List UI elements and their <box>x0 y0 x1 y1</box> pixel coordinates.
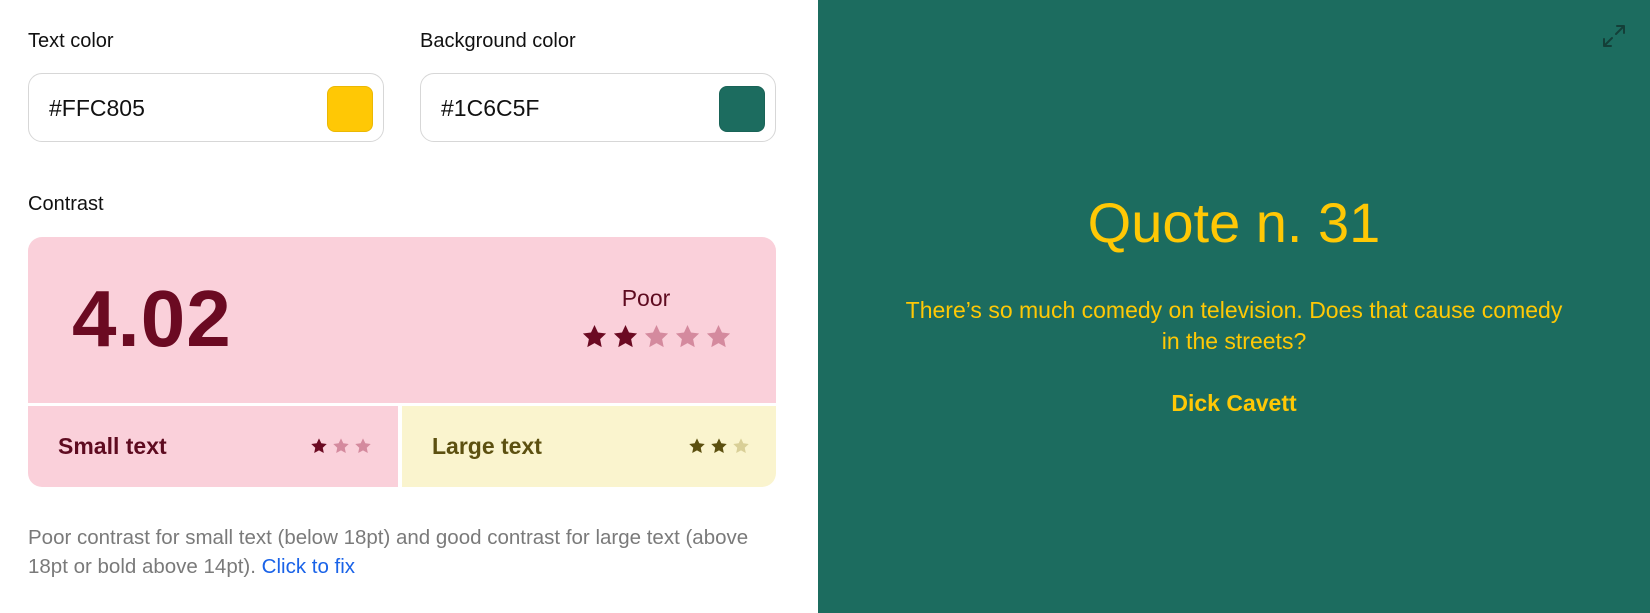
contrast-rating: Poor <box>621 285 671 311</box>
background-color-label: Background color <box>420 30 576 52</box>
text-color-field[interactable] <box>28 73 384 142</box>
text-color-label: Text color <box>28 30 114 52</box>
large-text-rating-card: Large text <box>402 406 776 487</box>
star-icon <box>689 438 705 454</box>
star-icon <box>613 325 638 348</box>
large-text-star-rating <box>688 437 750 455</box>
contrast-label: Contrast <box>28 193 104 215</box>
star-icon <box>355 438 371 454</box>
expand-icon[interactable] <box>1600 22 1628 50</box>
description-text: Poor contrast for small text (below 18pt… <box>28 526 749 578</box>
small-text-rating-card: Small text <box>28 406 398 487</box>
contrast-result-card: 4.02 Poor <box>28 237 776 403</box>
quote-text: There’s so much comedy on television. Do… <box>905 297 1563 354</box>
contrast-checker-panel: Text color Background color Contrast 4.0… <box>0 0 818 613</box>
quote-title: Quote n. 31 <box>1087 191 1381 254</box>
star-icon <box>582 325 607 348</box>
background-color-swatch[interactable] <box>719 86 765 132</box>
click-to-fix-link[interactable]: Click to fix <box>262 555 355 578</box>
preview-panel: Quote n. 31 There’s so much comedy on te… <box>818 0 1650 613</box>
star-icon <box>706 325 731 348</box>
star-icon <box>311 438 327 454</box>
contrast-description: Poor contrast for small text (below 18pt… <box>28 523 788 581</box>
small-text-star-rating <box>310 437 372 455</box>
text-color-input[interactable] <box>49 92 299 124</box>
contrast-ratio: 4.02 <box>72 274 232 363</box>
text-color-swatch[interactable] <box>327 86 373 132</box>
star-icon <box>675 325 700 348</box>
quote-author: Dick Cavett <box>1171 390 1297 416</box>
contrast-star-rating <box>581 323 732 350</box>
background-color-input[interactable] <box>441 92 691 124</box>
star-icon <box>333 438 349 454</box>
star-icon <box>733 438 749 454</box>
small-text-label: Small text <box>58 433 167 459</box>
star-icon <box>711 438 727 454</box>
large-text-label: Large text <box>432 433 542 459</box>
background-color-field[interactable] <box>420 73 776 142</box>
star-icon <box>644 325 669 348</box>
